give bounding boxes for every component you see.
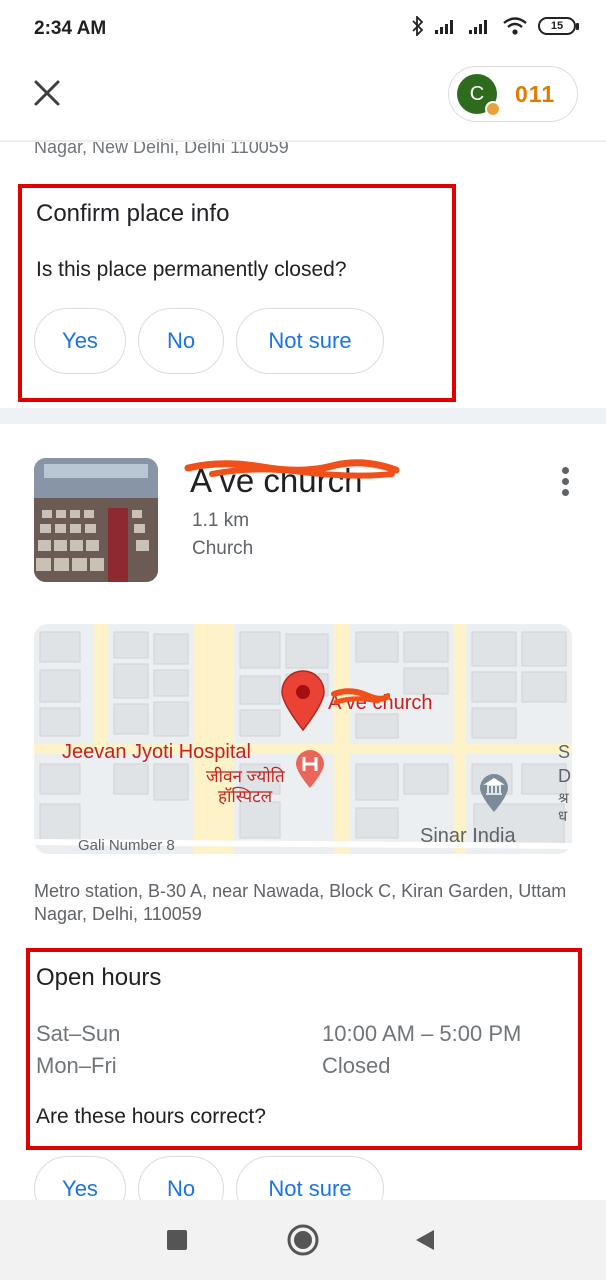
local-guide-badge-icon: [485, 101, 501, 117]
map-hospital-label: Jeevan Jyoti Hospital: [62, 741, 251, 763]
not-sure-button[interactable]: Not sure: [236, 308, 384, 374]
hours-time-2: Closed: [322, 1053, 391, 1078]
map-street-label: Gali Number 8: [78, 837, 175, 854]
no-button[interactable]: No: [138, 308, 224, 374]
hours-no-button[interactable]: No: [138, 1156, 224, 1200]
map-label-scribble: [331, 688, 390, 705]
map-edge-label-4: ध: [558, 808, 568, 825]
battery-icon: 15: [538, 17, 579, 35]
hours-title: Open hours: [36, 964, 162, 991]
signal-icon: [435, 20, 453, 34]
map-edge-label-3: श्र: [558, 790, 569, 807]
open-hours-card: Open hours Sat–Sun 10:00 AM – 5:00 PM Mo…: [26, 948, 582, 1150]
close-button[interactable]: [28, 74, 66, 112]
status-time: 2:34 AM: [34, 18, 107, 39]
hours-not-sure-button[interactable]: Not sure: [236, 1156, 384, 1200]
place-photo[interactable]: [34, 458, 158, 582]
yes-button[interactable]: Yes: [34, 308, 126, 374]
place-map[interactable]: A ve church Jeevan Jyoti Hospital जीवन ज…: [34, 624, 572, 854]
hours-yes-button[interactable]: Yes: [34, 1156, 126, 1200]
confirm-place-info-card: Confirm place info Is this place permane…: [18, 184, 456, 402]
more-options-button[interactable]: [552, 465, 580, 499]
status-icons: 15: [412, 16, 579, 36]
close-icon: [34, 80, 60, 106]
hours-time-1: 10:00 AM – 5:00 PM: [322, 1021, 522, 1046]
section-separator: [0, 408, 606, 424]
card-question: Is this place permanently closed?: [36, 258, 347, 281]
header-divider: [0, 140, 606, 142]
location-pin-icon: [281, 670, 325, 732]
hours-answer-options: Yes No Not sure: [0, 1156, 606, 1200]
hospital-icon: [296, 750, 324, 788]
map-poi-label: Sinar India: [420, 825, 516, 847]
place-category: Church: [192, 538, 254, 559]
museum-icon: [480, 774, 508, 812]
signal-icon: [469, 20, 487, 34]
hours-days-1: Sat–Sun: [36, 1021, 121, 1046]
status-bar: 2:34 AM 15: [0, 0, 606, 58]
home-button[interactable]: [286, 1223, 320, 1257]
back-button[interactable]: [414, 1228, 436, 1252]
place-distance: 1.1 km: [192, 510, 250, 531]
map-background: [34, 624, 572, 854]
full-address: Metro station, B-30 A, near Nawada, Bloc…: [34, 881, 567, 924]
redaction-scribble: [184, 459, 400, 479]
top-bar: C 011: [0, 58, 606, 134]
hours-question: Are these hours correct?: [36, 1105, 266, 1128]
system-navigation-bar: [0, 1200, 606, 1280]
map-hospital-label-hindi-2: हॉस्पिटल: [218, 787, 273, 806]
wifi-icon: [503, 17, 527, 35]
bluetooth-icon: [412, 16, 424, 36]
points-count: 011: [515, 81, 556, 107]
map-edge-label-d: D: [558, 766, 571, 786]
card-title: Confirm place info: [36, 200, 230, 227]
map-edge-label-s: S: [558, 742, 571, 762]
recents-button[interactable]: [166, 1229, 188, 1251]
profile-points-button[interactable]: C 011: [448, 66, 578, 122]
hours-days-2: Mon–Fri: [36, 1053, 117, 1078]
